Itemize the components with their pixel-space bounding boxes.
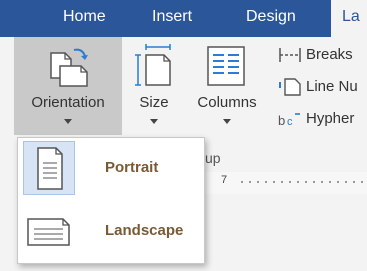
hyphenation-label: Hypher [306,110,355,127]
size-button[interactable]: Size [128,37,180,135]
portrait-page-icon [37,147,63,190]
line-numbers-icon [279,78,301,96]
size-icon [135,44,171,86]
landscape-label: Landscape [105,222,184,239]
orientation-menu: Portrait Landscape [17,137,205,264]
tab-design[interactable]: Design [246,0,296,37]
landscape-thumb [23,204,75,258]
breaks-icon [279,48,301,62]
tab-home[interactable]: Home [63,0,106,37]
ruler-number: 7 [221,174,228,186]
orientation-label: Orientation [31,94,105,111]
columns-caret-icon [223,119,231,124]
tab-insert[interactable]: Insert [152,0,192,37]
page-setup-group-label: up [205,150,221,166]
menu-item-landscape[interactable]: Landscape [19,202,203,260]
columns-button[interactable]: Columns [188,37,266,135]
columns-label: Columns [197,94,257,111]
hyphenation-icon: b c [278,113,300,128]
portrait-label: Portrait [105,159,159,176]
ribbon-tab-bar: Home Insert Design La [0,0,367,37]
svg-text:c: c [287,116,293,128]
ruler: 7 [205,172,367,194]
ruler-ticks [241,181,367,183]
breaks-label: Breaks [306,46,353,63]
line-numbers-label: Line Nu [306,78,358,95]
columns-icon [207,46,245,86]
svg-text:b: b [278,113,285,128]
menu-item-portrait[interactable]: Portrait [19,139,203,197]
size-label: Size [139,94,169,111]
orientation-caret-icon [64,119,72,124]
landscape-page-icon [27,218,70,246]
tab-layout[interactable]: La [331,0,367,37]
orientation-icon [50,48,88,87]
portrait-thumb [23,141,75,195]
orientation-button[interactable]: Orientation [14,37,122,135]
size-caret-icon [150,119,158,124]
